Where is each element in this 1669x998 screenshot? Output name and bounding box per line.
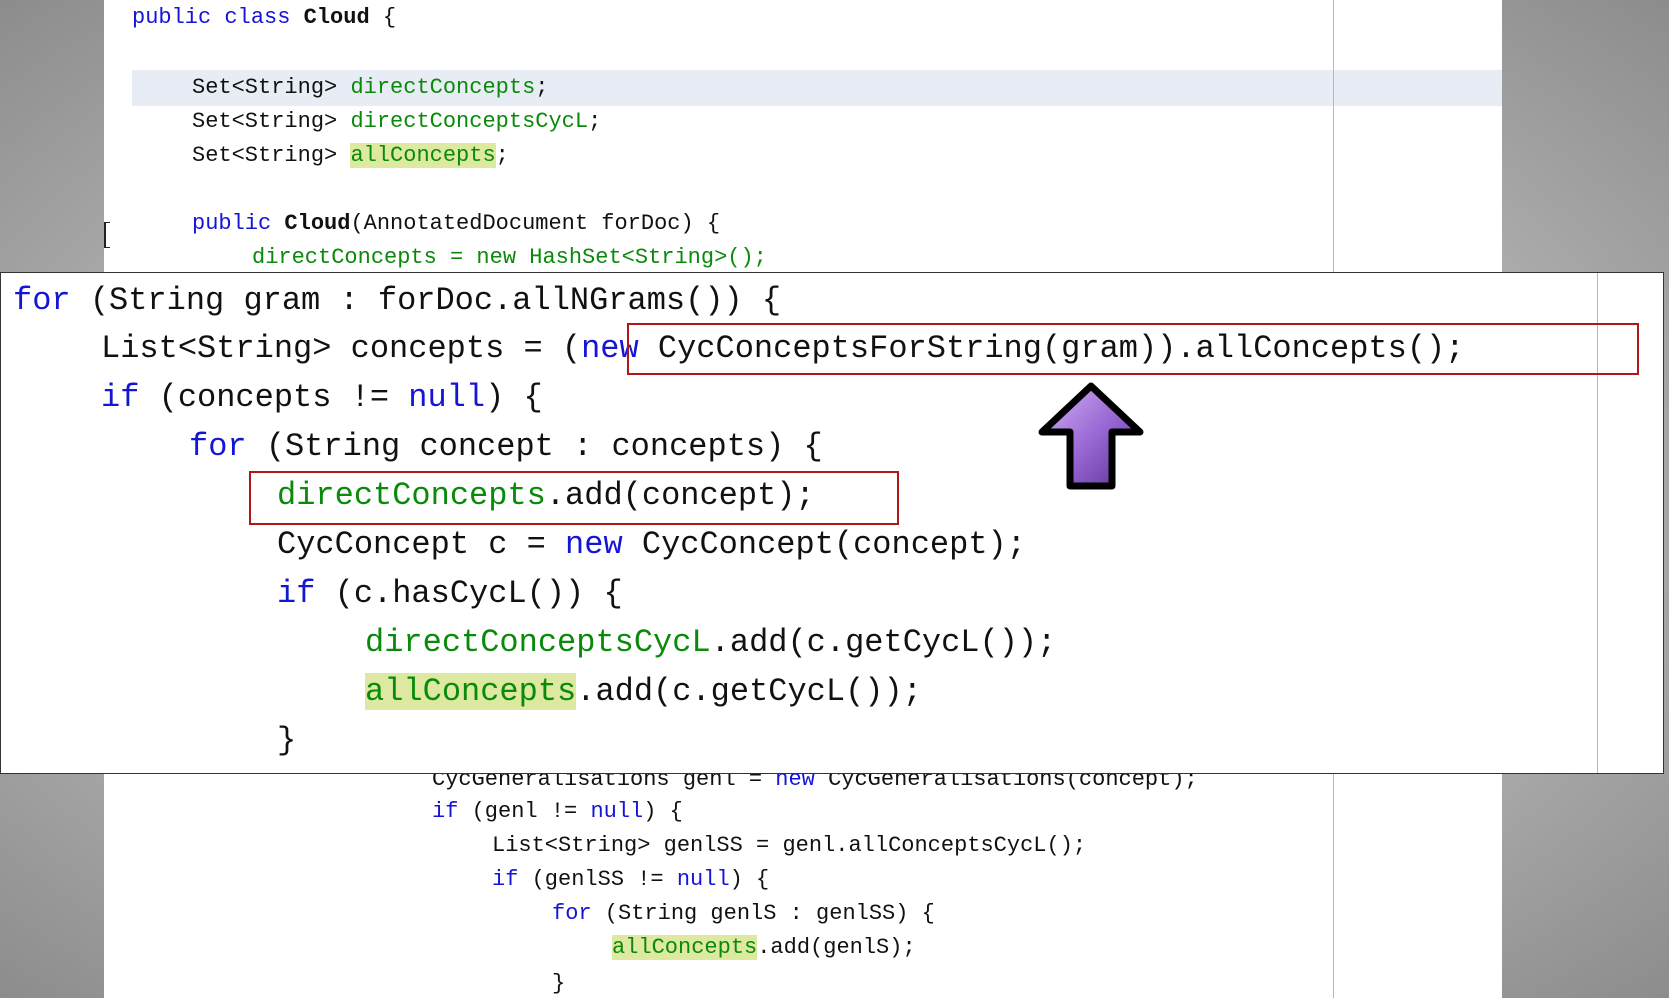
zoom-line-for-concept: for (String concept : concepts) { (189, 428, 823, 465)
fold-bracket (104, 222, 110, 248)
highlight-box-directconcepts-add (249, 471, 899, 525)
up-arrow-icon (1038, 382, 1144, 490)
code-line-partial: directConcepts = new HashSet<String>(); (252, 245, 767, 270)
code-line-constructor: public Cloud(AnnotatedDocument forDoc) { (192, 211, 721, 236)
zoomed-code-callout: for (String gram : forDoc.allNGrams()) {… (0, 272, 1664, 774)
zoom-line-if-concepts: if (concepts != null) { (101, 379, 543, 416)
highlight-box-allconcepts-call (627, 323, 1639, 375)
zoom-line-add-cycl: directConceptsCycL.add(c.getCycL()); (365, 624, 1057, 661)
code-line-if-genl: if (genl != null) { (432, 799, 683, 824)
code-line-close: } (552, 971, 566, 996)
code-line-for-genls: for (String genlS : genlSS) { (552, 901, 935, 926)
code-line-field-3: Set<String> allConcepts; (192, 143, 509, 168)
zoom-line-new-cycconcept: CycConcept c = new CycConcept(concept); (277, 526, 1026, 563)
code-line-add-genls: allConcepts.add(genlS); (612, 935, 916, 960)
zoom-line-allconcepts-add: allConcepts.add(c.getCycL()); (365, 673, 922, 710)
zoom-line-close-brace: } (277, 722, 297, 759)
code-line-genlss: List<String> genlSS = genl.allConceptsCy… (492, 833, 1087, 858)
zoom-line-if-hascycl: if (c.hasCycL()) { (277, 575, 623, 612)
zoom-line-for-gram: for (String gram : forDoc.allNGrams()) { (13, 282, 782, 319)
code-line-if-genlss: if (genlSS != null) { (492, 867, 770, 892)
code-line-field-1: Set<String> directConcepts; (192, 75, 549, 100)
code-line-field-2: Set<String> directConceptsCycL; (192, 109, 602, 134)
code-line-class-decl: public class Cloud { (132, 5, 397, 30)
